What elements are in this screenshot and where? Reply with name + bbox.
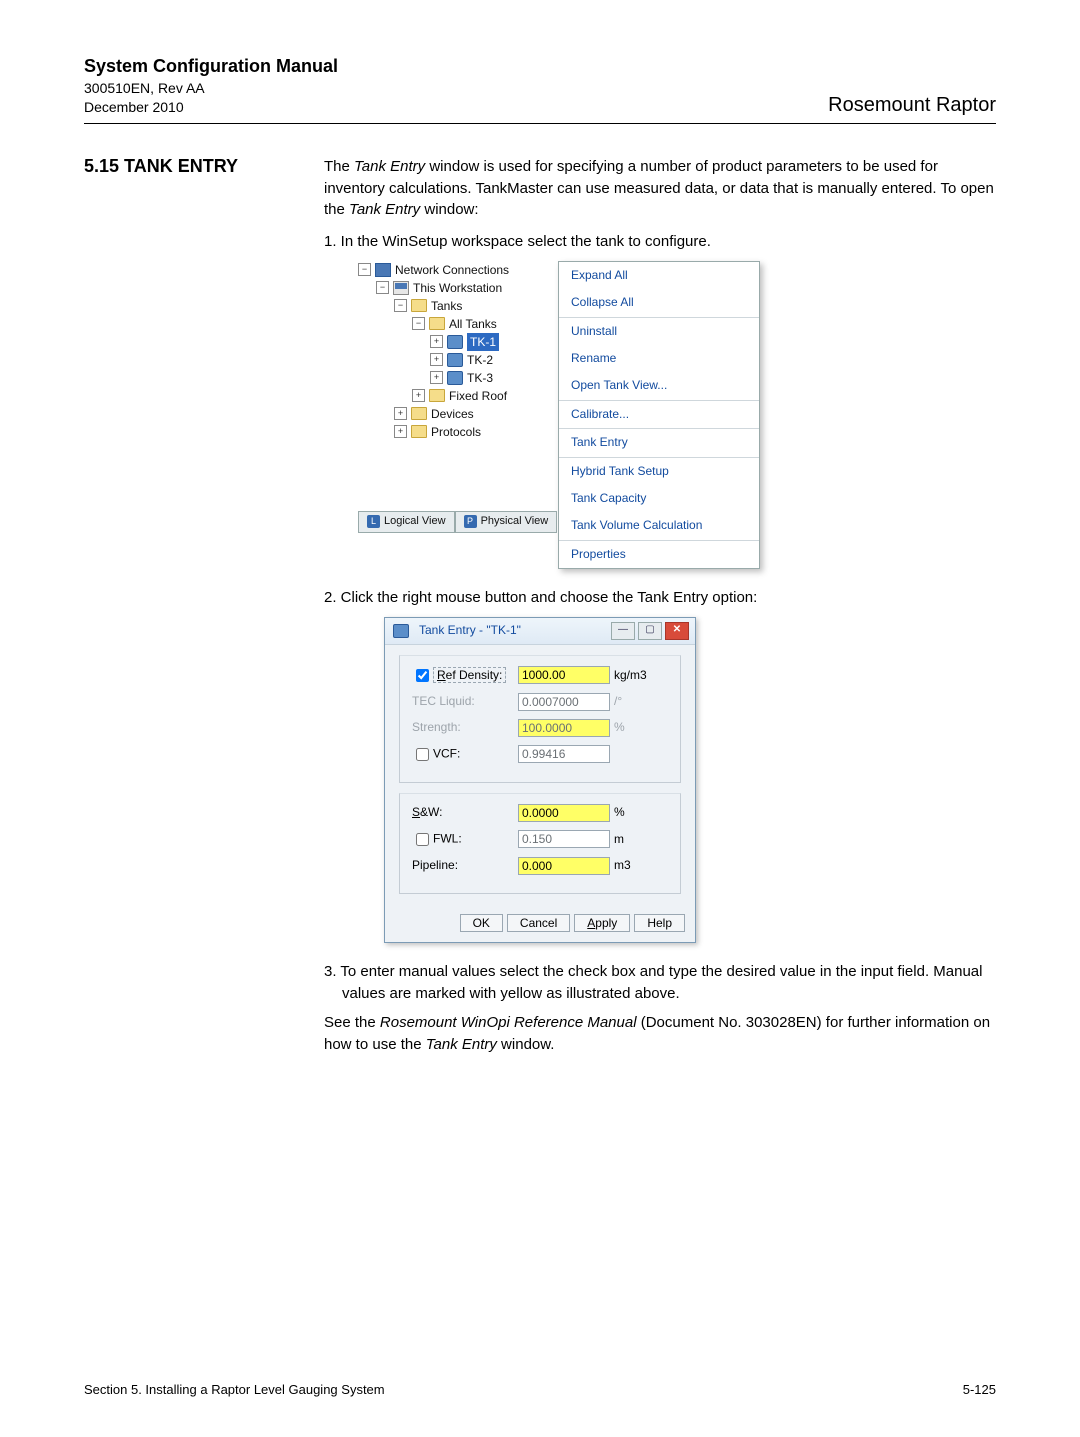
section-heading: 5.15 TANK ENTRY xyxy=(84,156,304,1066)
cancel-button[interactable]: Cancel xyxy=(507,914,570,932)
refdensity-label[interactable]: RRef Density:ef Density: xyxy=(412,666,512,685)
workstation-icon xyxy=(393,281,409,295)
dialog-title-text: Tank Entry - "TK-1" xyxy=(419,622,521,639)
ctx-collapse-all[interactable]: Collapse All xyxy=(559,289,759,316)
close-button[interactable]: ✕ xyxy=(665,622,689,640)
fwl-checkbox[interactable] xyxy=(416,833,429,846)
ctx-tank-capacity[interactable]: Tank Capacity xyxy=(559,485,759,512)
fwl-input[interactable] xyxy=(518,830,610,848)
expand-icon[interactable]: + xyxy=(412,389,425,402)
step-3: 3. To enter manual values select the che… xyxy=(342,961,996,1005)
collapse-icon[interactable]: − xyxy=(412,317,425,330)
collapse-icon[interactable]: − xyxy=(358,263,371,276)
vcf-label[interactable]: VCF: xyxy=(412,745,512,764)
collapse-icon[interactable]: − xyxy=(376,281,389,294)
vcf-input[interactable] xyxy=(518,745,610,763)
tree-fixedroof[interactable]: Fixed Roof xyxy=(449,387,507,405)
ctx-open-tank-view[interactable]: Open Tank View... xyxy=(559,372,759,399)
group-top: RRef Density:ef Density: kg/m3 TEC Liqui… xyxy=(399,655,681,783)
expand-icon[interactable]: + xyxy=(394,425,407,438)
step-2: 2. Click the right mouse button and choo… xyxy=(342,587,996,609)
closing-paragraph: See the Rosemount WinOpi Reference Manua… xyxy=(324,1012,996,1056)
tree-tk1-selected[interactable]: TK-1 xyxy=(467,333,499,351)
pipeline-unit: m3 xyxy=(614,857,654,874)
tec-label: TEC Liquid: xyxy=(412,693,512,710)
tank-icon xyxy=(393,624,409,638)
group-bottom: S&W: S&W: % FWL: m Pipeline: xyxy=(399,793,681,894)
sw-unit: % xyxy=(614,804,654,821)
refdensity-input[interactable] xyxy=(518,666,610,684)
folder-icon xyxy=(429,389,445,402)
maximize-button[interactable]: ▢ xyxy=(638,622,662,640)
fwl-label[interactable]: FWL: xyxy=(412,830,512,849)
page-header: System Configuration Manual 300510EN, Re… xyxy=(84,56,996,124)
tree-tk2[interactable]: TK-2 xyxy=(467,351,493,369)
ctx-tank-volume-calculation[interactable]: Tank Volume Calculation xyxy=(559,512,759,539)
intro-paragraph: The Tank Entry window is used for specif… xyxy=(324,156,996,221)
tec-input xyxy=(518,693,610,711)
ok-button[interactable]: OK xyxy=(460,914,503,932)
pipeline-input[interactable] xyxy=(518,857,610,875)
context-menu: Expand All Collapse All Uninstall Rename… xyxy=(558,261,760,569)
tree-alltanks[interactable]: All Tanks xyxy=(449,315,497,333)
step-1: 1. In the WinSetup workspace select the … xyxy=(342,231,996,253)
expand-icon[interactable]: + xyxy=(430,353,443,366)
ctx-rename[interactable]: Rename xyxy=(559,345,759,372)
fwl-unit: m xyxy=(614,831,654,848)
expand-icon[interactable]: + xyxy=(430,371,443,384)
page-footer: Section 5. Installing a Raptor Level Gau… xyxy=(84,1382,996,1397)
tab-physical-view[interactable]: PPhysical View xyxy=(455,511,558,533)
ctx-properties[interactable]: Properties xyxy=(559,541,759,568)
ctx-uninstall[interactable]: Uninstall xyxy=(559,318,759,345)
tree-panel[interactable]: −Network Connections −This Workstation −… xyxy=(358,261,558,569)
expand-icon[interactable]: + xyxy=(394,407,407,420)
tank-icon xyxy=(447,371,463,385)
tree-protocols[interactable]: Protocols xyxy=(431,423,481,441)
help-button[interactable]: Help xyxy=(634,914,685,932)
tree-devices[interactable]: Devices xyxy=(431,405,474,423)
tree-workstation[interactable]: This Workstation xyxy=(413,279,502,297)
brand: Rosemount Raptor xyxy=(828,94,996,117)
figure-tree-context: −Network Connections −This Workstation −… xyxy=(358,261,996,569)
strength-input xyxy=(518,719,610,737)
vcf-checkbox[interactable] xyxy=(416,748,429,761)
pipeline-label: Pipeline: xyxy=(412,857,512,874)
folder-icon xyxy=(411,299,427,312)
sw-label: S&W: xyxy=(412,804,512,821)
collapse-icon[interactable]: − xyxy=(394,299,407,312)
minimize-button[interactable]: — xyxy=(611,622,635,640)
network-icon xyxy=(375,263,391,277)
strength-label: Strength: xyxy=(412,719,512,736)
apply-button[interactable]: Apply xyxy=(574,914,630,932)
sw-input[interactable] xyxy=(518,804,610,822)
footer-section: Section 5. Installing a Raptor Level Gau… xyxy=(84,1382,385,1397)
strength-unit: % xyxy=(614,719,654,736)
refdensity-checkbox[interactable] xyxy=(416,669,429,682)
tree-tanks[interactable]: Tanks xyxy=(431,297,462,315)
expand-icon[interactable]: + xyxy=(430,335,443,348)
folder-icon xyxy=(429,317,445,330)
tank-icon xyxy=(447,335,463,349)
manual-title: System Configuration Manual xyxy=(84,56,338,77)
tab-logical-view[interactable]: LLogical View xyxy=(358,511,455,533)
tec-unit: /° xyxy=(614,693,654,710)
ctx-calibrate[interactable]: Calibrate... xyxy=(559,401,759,428)
logical-badge-icon: L xyxy=(367,515,380,528)
tree-tk3[interactable]: TK-3 xyxy=(467,369,493,387)
doc-date: December 2010 xyxy=(84,98,338,117)
refdensity-unit: kg/m3 xyxy=(614,667,654,684)
ctx-hybrid-tank-setup[interactable]: Hybrid Tank Setup xyxy=(559,458,759,485)
dialog-titlebar[interactable]: Tank Entry - "TK-1" — ▢ ✕ xyxy=(385,618,695,645)
tree-root[interactable]: Network Connections xyxy=(395,261,509,279)
physical-badge-icon: P xyxy=(464,515,477,528)
figure-tank-entry-dialog: Tank Entry - "TK-1" — ▢ ✕ RRef Density:e… xyxy=(384,617,696,943)
tank-icon xyxy=(447,353,463,367)
doc-id: 300510EN, Rev AA xyxy=(84,79,338,98)
footer-page-number: 5-125 xyxy=(963,1382,996,1397)
ctx-tank-entry[interactable]: Tank Entry xyxy=(559,429,759,456)
ctx-expand-all[interactable]: Expand All xyxy=(559,262,759,289)
folder-icon xyxy=(411,407,427,420)
folder-icon xyxy=(411,425,427,438)
